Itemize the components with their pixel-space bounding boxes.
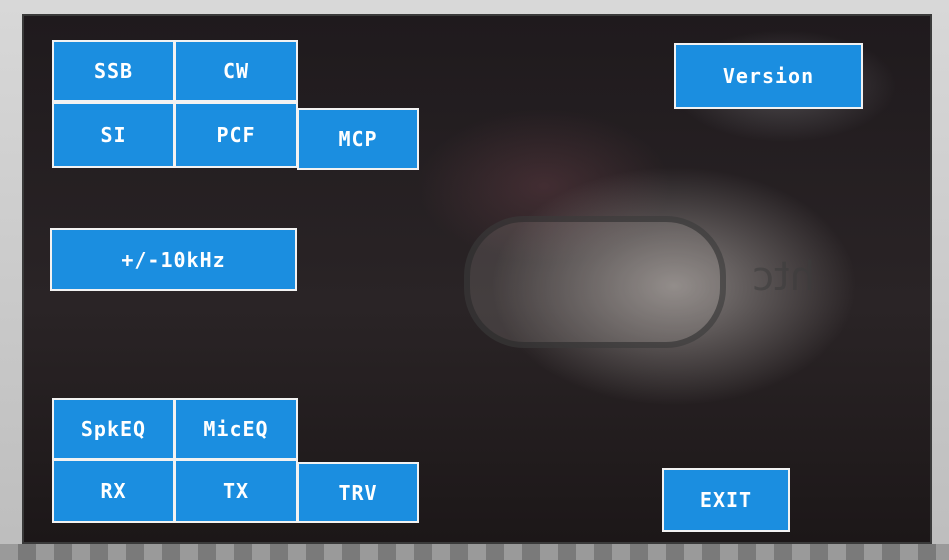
cw-button[interactable]: CW [174, 40, 298, 102]
exit-button[interactable]: EXIT [662, 468, 790, 532]
si-button[interactable]: SI [52, 102, 175, 168]
phone-reflection [464, 216, 726, 348]
ssb-button[interactable]: SSB [52, 40, 175, 102]
reflection-logo: htc [752, 254, 816, 300]
miceq-button[interactable]: MicEQ [174, 398, 298, 460]
rx-button[interactable]: RX [52, 459, 175, 523]
device-bottom-edge [0, 544, 949, 560]
frequency-step-button[interactable]: +/-10kHz [50, 228, 297, 291]
tx-button[interactable]: TX [174, 459, 298, 523]
mcp-button[interactable]: MCP [297, 108, 419, 170]
spkeq-button[interactable]: SpkEQ [52, 398, 175, 460]
trv-button[interactable]: TRV [297, 462, 419, 523]
version-button[interactable]: Version [674, 43, 863, 109]
pcf-button[interactable]: PCF [174, 102, 298, 168]
